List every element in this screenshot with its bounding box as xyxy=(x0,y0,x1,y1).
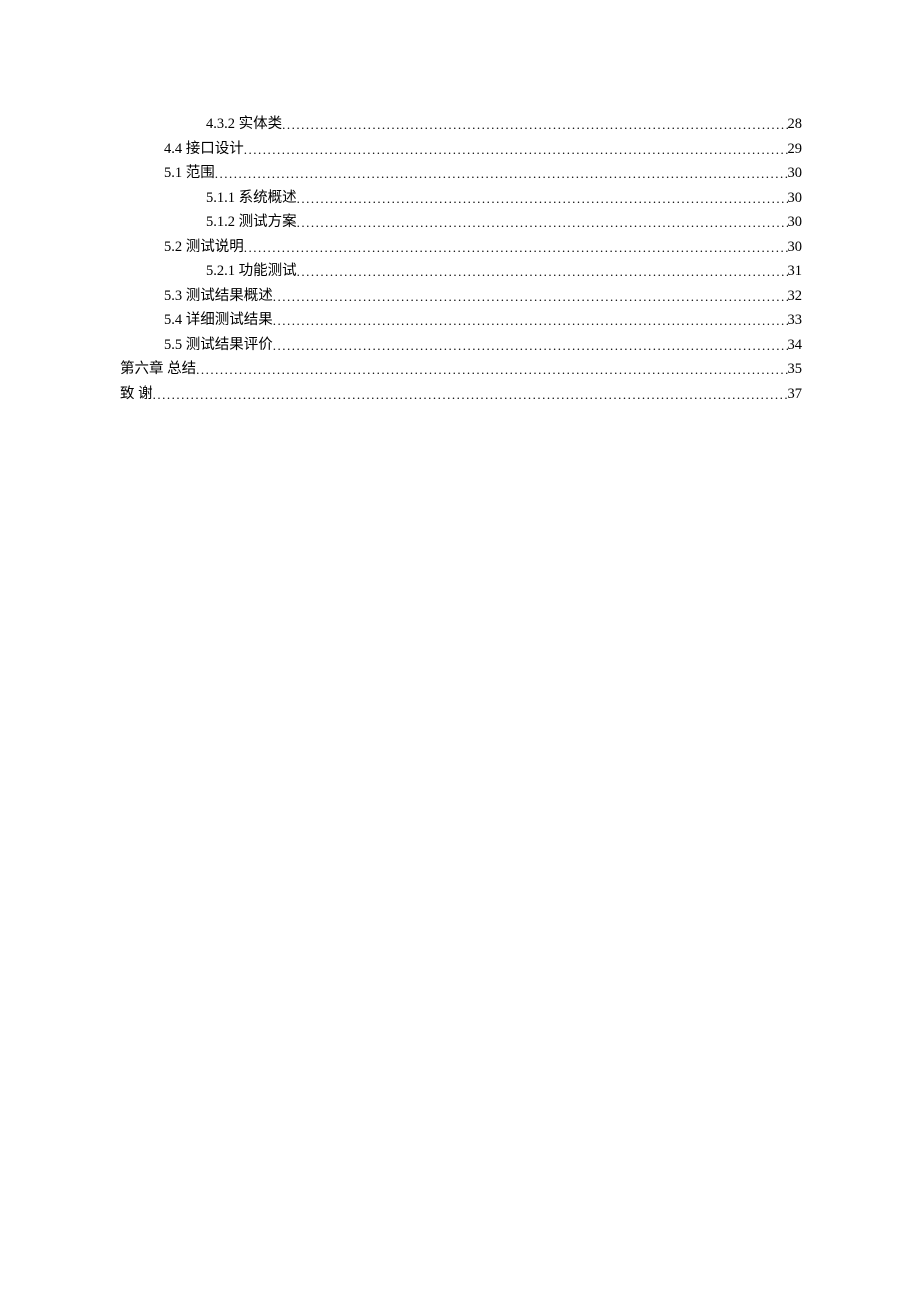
toc-entry-label: 5.1 范围 xyxy=(164,161,215,186)
toc-page-number: 37 xyxy=(788,382,803,407)
toc-page-number: 30 xyxy=(788,235,803,260)
toc-entry[interactable]: 第六章 总结 35 xyxy=(120,357,802,382)
toc-leader-dots xyxy=(196,358,787,383)
toc-leader-dots xyxy=(244,138,788,163)
toc-page-number: 30 xyxy=(788,210,803,235)
toc-entry-label: 5.5 测试结果评价 xyxy=(164,333,273,358)
toc-entry-label: 致 谢 xyxy=(120,382,153,407)
toc-entry[interactable]: 5.1.2 测试方案 30 xyxy=(120,210,802,235)
toc-leader-dots xyxy=(244,236,788,261)
toc-page-number: 28 xyxy=(788,112,803,137)
toc-leader-dots xyxy=(297,187,788,212)
toc-leader-dots xyxy=(273,334,788,359)
toc-leader-dots xyxy=(297,260,788,285)
toc-entry[interactable]: 5.1.1 系统概述 30 xyxy=(120,186,802,211)
toc-page-number: 32 xyxy=(788,284,803,309)
toc-leader-dots xyxy=(215,162,788,187)
toc-entry-label: 第六章 总结 xyxy=(120,357,196,382)
toc-leader-dots xyxy=(273,285,788,310)
toc-page-number: 34 xyxy=(788,333,803,358)
toc-entry[interactable]: 4.4 接口设计 29 xyxy=(120,137,802,162)
toc-entry-label: 5.4 详细测试结果 xyxy=(164,308,273,333)
toc-page-number: 30 xyxy=(788,186,803,211)
toc-leader-dots xyxy=(282,113,787,138)
toc-entry[interactable]: 5.4 详细测试结果 33 xyxy=(120,308,802,333)
toc-entry[interactable]: 5.3 测试结果概述 32 xyxy=(120,284,802,309)
toc-entry[interactable]: 5.2 测试说明 30 xyxy=(120,235,802,260)
toc-leader-dots xyxy=(153,383,788,408)
toc-page-number: 31 xyxy=(788,259,803,284)
toc-entry[interactable]: 4.3.2 实体类 28 xyxy=(120,112,802,137)
toc-entry-label: 5.1.1 系统概述 xyxy=(206,186,297,211)
toc-entry-label: 5.2 测试说明 xyxy=(164,235,244,260)
toc-leader-dots xyxy=(273,309,788,334)
toc-page-number: 29 xyxy=(788,137,803,162)
toc-entry[interactable]: 5.1 范围 30 xyxy=(120,161,802,186)
toc-entry[interactable]: 致 谢 37 xyxy=(120,382,802,407)
toc-container: 4.3.2 实体类 28 4.4 接口设计 29 5.1 范围 30 5.1.1… xyxy=(0,0,920,406)
toc-entry-label: 5.1.2 测试方案 xyxy=(206,210,297,235)
toc-entry[interactable]: 5.2.1 功能测试 31 xyxy=(120,259,802,284)
toc-entry[interactable]: 5.5 测试结果评价 34 xyxy=(120,333,802,358)
toc-page-number: 30 xyxy=(788,161,803,186)
toc-entry-label: 4.4 接口设计 xyxy=(164,137,244,162)
toc-page-number: 35 xyxy=(788,357,803,382)
toc-page-number: 33 xyxy=(788,308,803,333)
toc-entry-label: 4.3.2 实体类 xyxy=(206,112,282,137)
toc-leader-dots xyxy=(297,211,788,236)
toc-entry-label: 5.2.1 功能测试 xyxy=(206,259,297,284)
toc-entry-label: 5.3 测试结果概述 xyxy=(164,284,273,309)
